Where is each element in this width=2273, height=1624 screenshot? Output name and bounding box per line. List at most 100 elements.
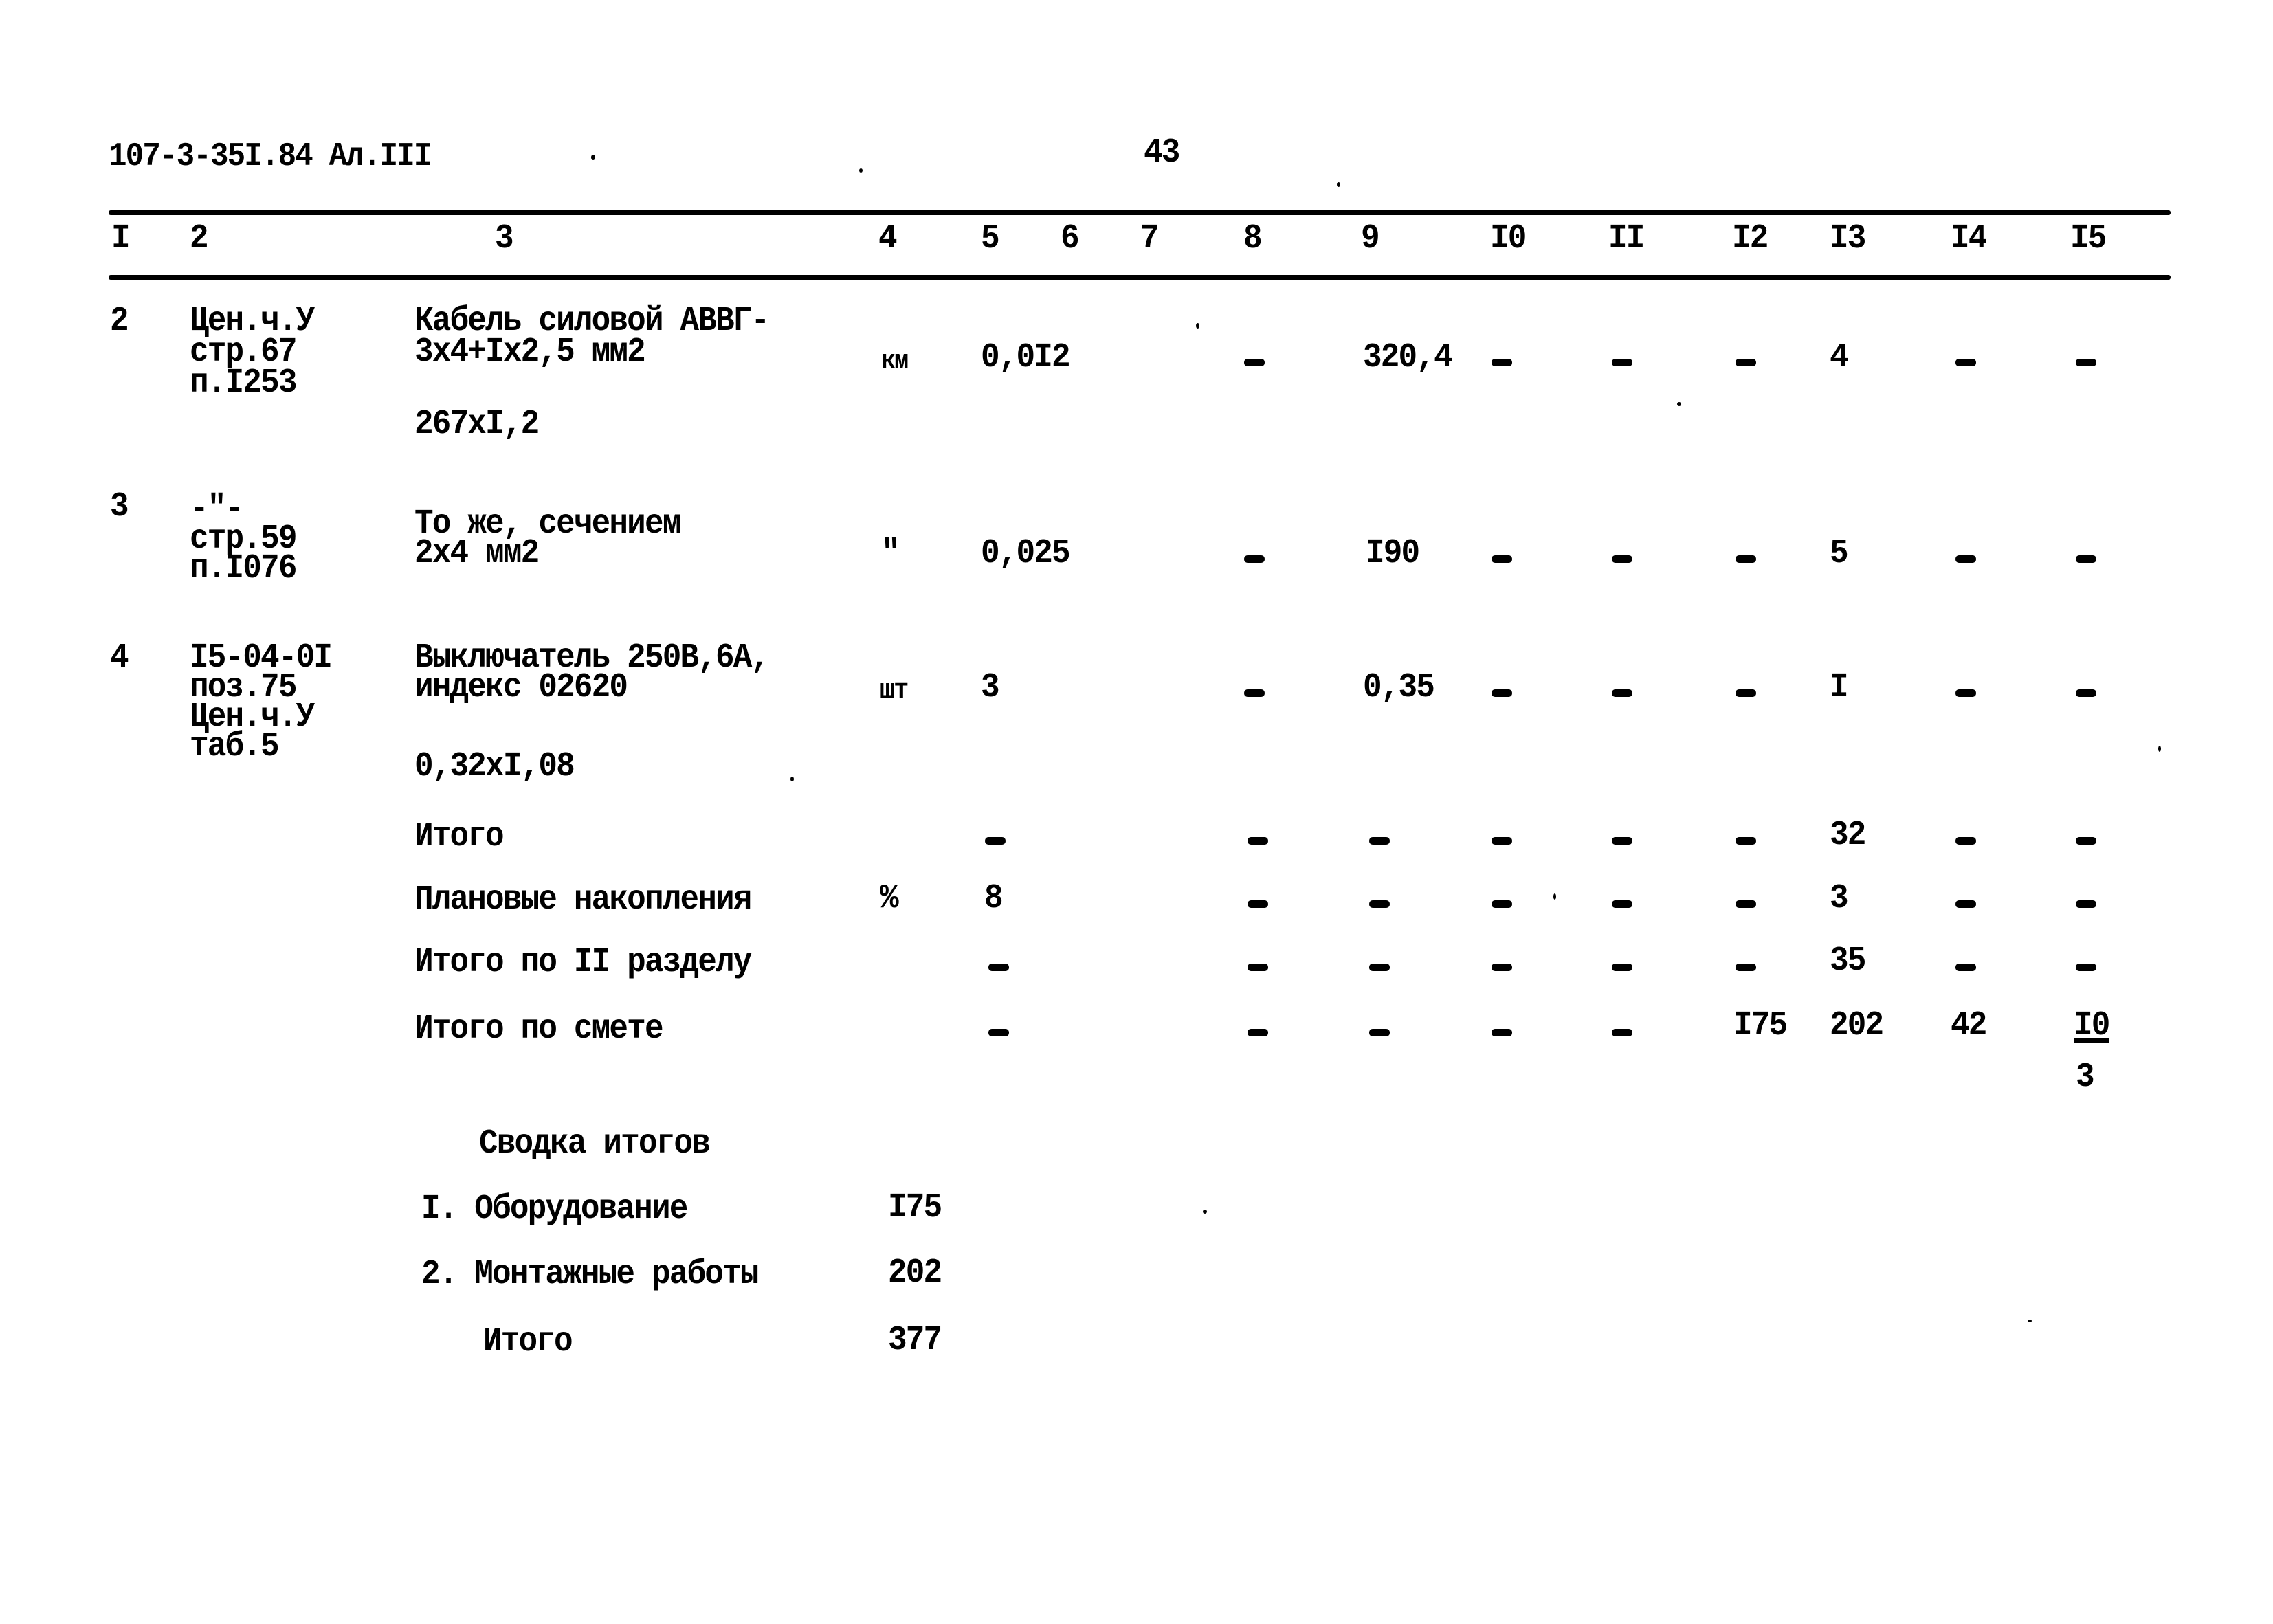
- summary-title: Сводка итогов: [479, 1124, 711, 1164]
- cell-col5: 0,025: [981, 534, 1071, 573]
- cell-col14-dash: [1955, 964, 1976, 971]
- cell-col9: 320,4: [1363, 338, 1453, 377]
- column-number: 9: [1361, 219, 1380, 258]
- cell-col15-dash: [2076, 900, 2096, 908]
- cell-col5-dash: [988, 964, 1009, 971]
- cell-col15-dash: [2076, 689, 2096, 697]
- cell-col8-dash: [1248, 964, 1268, 971]
- cell-col11-dash: [1612, 689, 1632, 697]
- reference-line: таб.5: [190, 727, 280, 766]
- cell-col13: 5: [1830, 534, 1849, 573]
- column-number: I2: [1732, 219, 1768, 258]
- item-name-line: индекс 02620: [414, 668, 628, 707]
- cell-col12-dash: [1736, 900, 1756, 908]
- unit-ditto: ": [881, 534, 900, 573]
- item-name-line: 2x4 мм2: [414, 534, 540, 573]
- cell-col9-dash: [1369, 900, 1390, 908]
- cell-col8-dash: [1248, 1029, 1268, 1036]
- cell-col10-dash: [1492, 837, 1512, 845]
- cell-col12: I75: [1733, 1006, 1788, 1045]
- cell-col5: 0,0I2: [981, 338, 1071, 377]
- speck: [1196, 323, 1199, 329]
- cell-col15-denominator: 3: [2076, 1058, 2095, 1097]
- column-number: I: [111, 219, 131, 258]
- column-number: 7: [1140, 219, 1160, 258]
- column-number: 8: [1243, 219, 1263, 258]
- column-number: I3: [1830, 219, 1866, 258]
- cell-col11-dash: [1612, 555, 1632, 563]
- row-number: 2: [110, 302, 129, 341]
- cell-col5: 8: [984, 879, 1004, 918]
- cell-col9-dash: [1369, 964, 1390, 971]
- summary-total-value: 377: [888, 1321, 942, 1360]
- cell-col13: 4: [1830, 338, 1849, 377]
- cell-col15-numerator: I0: [2074, 1006, 2110, 1045]
- speck: [1677, 402, 1681, 406]
- speck: [2158, 746, 2161, 752]
- cell-col11-dash: [1612, 964, 1632, 971]
- item-name-line: 3x4+Ix2,5 мм2: [414, 333, 646, 372]
- reference-line: п.I253: [190, 364, 297, 403]
- cell-col10-dash: [1492, 1029, 1512, 1036]
- cell-col14-dash: [1955, 689, 1976, 697]
- document-code: 107-3-35I.84 Ал.III: [109, 138, 432, 175]
- cell-col10-dash: [1492, 359, 1512, 366]
- speck: [591, 155, 595, 160]
- cell-col11-dash: [1612, 900, 1632, 908]
- cell-col8-dash: [1248, 837, 1268, 845]
- reference-line: п.I076: [190, 549, 297, 588]
- speck: [1553, 893, 1556, 900]
- totals-label: Плановые накопления: [414, 880, 752, 920]
- cell-col14-dash: [1955, 837, 1976, 845]
- header-bottom-rule: [109, 275, 2171, 280]
- totals-label: Итого: [414, 817, 505, 856]
- totals-label: Итого по смете: [414, 1010, 664, 1049]
- cell-col15-dash: [2076, 964, 2096, 971]
- cell-col10-dash: [1492, 689, 1512, 697]
- cell-col11-dash: [1612, 837, 1632, 845]
- row-number: 4: [110, 638, 129, 678]
- cell-col8-dash: [1244, 359, 1265, 366]
- speck: [2028, 1320, 2032, 1322]
- cell-col13: 32: [1830, 816, 1866, 855]
- summary-item-label: 2. Монтажные работы: [421, 1255, 759, 1294]
- unit: км: [881, 346, 909, 376]
- cell-col9: 0,35: [1363, 668, 1435, 707]
- cell-col14-dash: [1955, 359, 1976, 366]
- cell-col9-dash: [1369, 1029, 1390, 1036]
- cell-col12-dash: [1736, 964, 1756, 971]
- column-number: I0: [1490, 219, 1527, 258]
- totals-label: Итого по II разделу: [414, 943, 752, 982]
- cell-col14-dash: [1955, 555, 1976, 563]
- cell-col13: 202: [1830, 1006, 1884, 1045]
- cell-col11-dash: [1612, 359, 1632, 366]
- table-top-rule: [109, 210, 2171, 215]
- cell-col12-dash: [1736, 359, 1756, 366]
- row-number: 3: [110, 487, 129, 526]
- column-number: 3: [495, 219, 514, 258]
- column-number: 6: [1061, 219, 1080, 258]
- speck: [1203, 1210, 1207, 1214]
- cell-col14-dash: [1955, 900, 1976, 908]
- unit-percent: %: [880, 879, 899, 918]
- column-number: 5: [981, 219, 1000, 258]
- cell-col8-dash: [1248, 900, 1268, 908]
- cell-col8-dash: [1244, 555, 1265, 563]
- cell-col14: 42: [1951, 1006, 1987, 1045]
- calculation: 0,32xI,08: [414, 747, 575, 786]
- cell-col11-dash: [1612, 1029, 1632, 1036]
- summary-item-label: I. Оборудование: [421, 1190, 688, 1229]
- column-number: I4: [1951, 219, 1987, 258]
- summary-item-value: 202: [888, 1254, 942, 1293]
- summary-total-label: Итого: [483, 1322, 573, 1361]
- cell-col10-dash: [1492, 900, 1512, 908]
- cell-col13: 35: [1830, 942, 1866, 981]
- cell-col5: 3: [981, 668, 1000, 707]
- speck: [859, 168, 863, 173]
- speck: [1337, 182, 1340, 187]
- column-number: II: [1608, 219, 1645, 258]
- cell-col12-dash: [1736, 837, 1756, 845]
- cell-col15-dash: [2076, 837, 2096, 845]
- column-number: 2: [190, 219, 209, 258]
- cell-col12-dash: [1736, 689, 1756, 697]
